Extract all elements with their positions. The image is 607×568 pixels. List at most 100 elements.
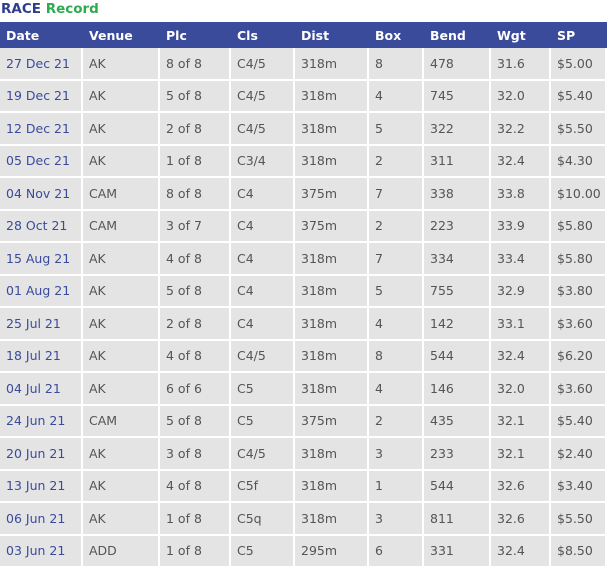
cell-venue: CAM [83, 178, 160, 211]
cell-box: 6 [369, 536, 424, 568]
cell-plc: 8 of 8 [160, 48, 231, 81]
cell-date[interactable]: 20 Jun 21 [0, 438, 83, 471]
header-venue[interactable]: Venue [83, 22, 160, 48]
cell-sp: $3.60 [551, 373, 607, 406]
cell-sp: $3.60 [551, 308, 607, 341]
table-row[interactable]: 25 Jul 21AK2 of 8C4318m414233.1$3.60 [0, 308, 607, 341]
cell-bend: 811 [424, 503, 491, 536]
table-row[interactable]: 03 Jun 21ADD1 of 8C5295m633132.4$8.50 [0, 536, 607, 568]
header-bend[interactable]: Bend [424, 22, 491, 48]
cell-date[interactable]: 28 Oct 21 [0, 211, 83, 244]
cell-sp: $5.50 [551, 503, 607, 536]
cell-bend: 322 [424, 113, 491, 146]
cell-plc: 1 of 8 [160, 536, 231, 568]
table-row[interactable]: 20 Jun 21AK3 of 8C4/5318m323332.1$2.40 [0, 438, 607, 471]
header-box[interactable]: Box [369, 22, 424, 48]
cell-wgt: 32.6 [491, 503, 551, 536]
cell-sp: $6.20 [551, 341, 607, 374]
cell-dist: 318m [295, 113, 369, 146]
cell-cls: C4 [231, 178, 295, 211]
cell-plc: 8 of 8 [160, 178, 231, 211]
cell-dist: 318m [295, 48, 369, 81]
cell-plc: 3 of 7 [160, 211, 231, 244]
race-record-title: RACE Record [0, 0, 607, 22]
header-date[interactable]: Date [0, 22, 83, 48]
cell-date[interactable]: 04 Nov 21 [0, 178, 83, 211]
cell-date[interactable]: 12 Dec 21 [0, 113, 83, 146]
cell-box: 7 [369, 243, 424, 276]
cell-plc: 5 of 8 [160, 276, 231, 309]
cell-venue: AK [83, 308, 160, 341]
cell-cls: C4 [231, 276, 295, 309]
cell-date[interactable]: 25 Jul 21 [0, 308, 83, 341]
cell-wgt: 32.1 [491, 438, 551, 471]
cell-sp: $2.40 [551, 438, 607, 471]
cell-date[interactable]: 15 Aug 21 [0, 243, 83, 276]
cell-cls: C5 [231, 406, 295, 439]
table-row[interactable]: 04 Nov 21CAM8 of 8C4375m733833.8$10.00 [0, 178, 607, 211]
cell-date[interactable]: 27 Dec 21 [0, 48, 83, 81]
cell-dist: 318m [295, 341, 369, 374]
cell-date[interactable]: 18 Jul 21 [0, 341, 83, 374]
cell-box: 5 [369, 113, 424, 146]
table-row[interactable]: 18 Jul 21AK4 of 8C4/5318m854432.4$6.20 [0, 341, 607, 374]
header-dist[interactable]: Dist [295, 22, 369, 48]
header-plc[interactable]: Plc [160, 22, 231, 48]
cell-wgt: 33.4 [491, 243, 551, 276]
table-row[interactable]: 28 Oct 21CAM3 of 7C4375m222333.9$5.80 [0, 211, 607, 244]
cell-wgt: 33.8 [491, 178, 551, 211]
cell-box: 1 [369, 471, 424, 504]
cell-plc: 2 of 8 [160, 113, 231, 146]
table-header-row: Date Venue Plc Cls Dist Box Bend Wgt SP [0, 22, 607, 48]
cell-date[interactable]: 19 Dec 21 [0, 81, 83, 114]
cell-date[interactable]: 05 Dec 21 [0, 146, 83, 179]
table-row[interactable]: 15 Aug 21AK4 of 8C4318m733433.4$5.80 [0, 243, 607, 276]
cell-dist: 318m [295, 438, 369, 471]
cell-date[interactable]: 04 Jul 21 [0, 373, 83, 406]
cell-sp: $10.00 [551, 178, 607, 211]
cell-bend: 311 [424, 146, 491, 179]
cell-box: 2 [369, 406, 424, 439]
table-row[interactable]: 24 Jun 21CAM5 of 8C5375m243532.1$5.40 [0, 406, 607, 439]
header-cls[interactable]: Cls [231, 22, 295, 48]
cell-sp: $5.80 [551, 243, 607, 276]
cell-date[interactable]: 13 Jun 21 [0, 471, 83, 504]
cell-cls: C5 [231, 373, 295, 406]
header-wgt[interactable]: Wgt [491, 22, 551, 48]
cell-date[interactable]: 06 Jun 21 [0, 503, 83, 536]
cell-cls: C5q [231, 503, 295, 536]
cell-sp: $3.40 [551, 471, 607, 504]
cell-dist: 318m [295, 243, 369, 276]
cell-venue: AK [83, 438, 160, 471]
table-row[interactable]: 13 Jun 21AK4 of 8C5f318m154432.6$3.40 [0, 471, 607, 504]
cell-dist: 318m [295, 471, 369, 504]
cell-date[interactable]: 24 Jun 21 [0, 406, 83, 439]
cell-box: 2 [369, 146, 424, 179]
cell-box: 8 [369, 48, 424, 81]
cell-date[interactable]: 03 Jun 21 [0, 536, 83, 568]
cell-dist: 375m [295, 178, 369, 211]
cell-cls: C3/4 [231, 146, 295, 179]
table-row[interactable]: 04 Jul 21AK6 of 6C5318m414632.0$3.60 [0, 373, 607, 406]
cell-bend: 544 [424, 471, 491, 504]
table-row[interactable]: 06 Jun 21AK1 of 8C5q318m381132.6$5.50 [0, 503, 607, 536]
table-row[interactable]: 12 Dec 21AK2 of 8C4/5318m532232.2$5.50 [0, 113, 607, 146]
title-record: Record [46, 1, 99, 17]
cell-cls: C4/5 [231, 113, 295, 146]
table-row[interactable]: 01 Aug 21AK5 of 8C4318m575532.9$3.80 [0, 276, 607, 309]
cell-wgt: 32.1 [491, 406, 551, 439]
table-row[interactable]: 05 Dec 21AK1 of 8C3/4318m231132.4$4.30 [0, 146, 607, 179]
cell-date[interactable]: 01 Aug 21 [0, 276, 83, 309]
cell-venue: AK [83, 113, 160, 146]
cell-venue: CAM [83, 406, 160, 439]
cell-venue: AK [83, 503, 160, 536]
table-row[interactable]: 27 Dec 21AK8 of 8C4/5318m847831.6$5.00 [0, 48, 607, 81]
cell-venue: AK [83, 341, 160, 374]
cell-venue: AK [83, 48, 160, 81]
cell-box: 3 [369, 438, 424, 471]
cell-bend: 142 [424, 308, 491, 341]
header-sp[interactable]: SP [551, 22, 607, 48]
table-row[interactable]: 19 Dec 21AK5 of 8C4/5318m474532.0$5.40 [0, 81, 607, 114]
cell-box: 5 [369, 276, 424, 309]
cell-wgt: 32.4 [491, 536, 551, 568]
